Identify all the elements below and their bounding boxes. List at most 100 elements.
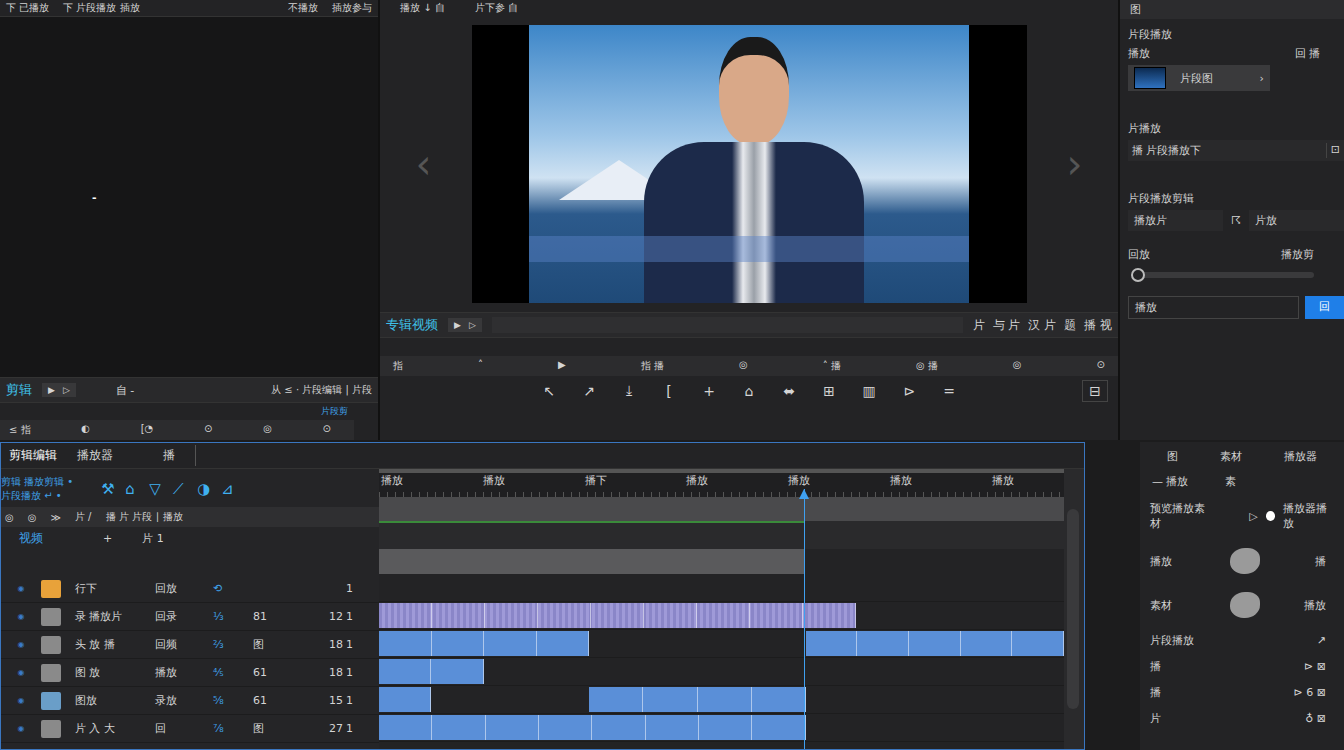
properties-tab[interactable]: 素材 <box>1220 449 1242 464</box>
program-tool[interactable]: ◎ <box>736 358 751 374</box>
source-tab[interactable]: 下 已播放 <box>6 1 49 15</box>
ruler-label: 播放 <box>992 473 1014 488</box>
source-tool[interactable]: ◎ <box>260 422 275 438</box>
slider-knob[interactable] <box>1131 268 1145 282</box>
property-row[interactable]: 播 ⊳ ⊠ <box>1146 653 1338 679</box>
toggle-dot[interactable] <box>1266 511 1275 521</box>
program-tool[interactable]: ▶ <box>555 358 569 374</box>
header-cell[interactable]: ◎ <box>5 512 14 523</box>
program-tab[interactable]: 片下参 自 <box>475 1 518 15</box>
scrollbar[interactable] <box>1064 469 1084 749</box>
timeline-tool[interactable]: ⚒ <box>101 480 117 498</box>
track-header[interactable]: ◉ 片 入 大 回 ⅞ 图 27 1 <box>1 715 379 743</box>
export-tool[interactable]: ⊟ <box>1082 380 1108 402</box>
track-header[interactable]: ◉ 行下 回放 ⟲ 1 <box>1 575 379 603</box>
properties-tab[interactable]: 图 <box>1167 449 1178 464</box>
edit-tool[interactable]: ⬌ <box>779 383 799 399</box>
header-cell[interactable]: 片 / <box>75 510 92 524</box>
track-lane <box>379 658 1064 686</box>
edit-tool[interactable]: ⤓ <box>619 382 639 399</box>
clip[interactable] <box>379 631 589 656</box>
property-row[interactable]: 片段播放 ↗ <box>1146 627 1338 653</box>
track-header[interactable]: ◉ 录 播放片 回录 ⅓ 81 12 1 <box>1 603 379 631</box>
source-toolbar: ≤ 指 ◐ [◔ ⊙ ◎ ⊙ <box>0 420 354 440</box>
program-tool[interactable]: 指 <box>390 358 406 374</box>
next-arrow[interactable]: › <box>1067 144 1083 184</box>
property-row[interactable]: 素材 播放 <box>1146 583 1338 627</box>
source-tool[interactable]: ≤ 指 <box>6 422 34 438</box>
header-cell[interactable]: 播 片 片段 ∣ 播放 <box>106 510 184 524</box>
timeline-canvas[interactable]: 播放播放播下播放播放播放播放 <box>379 469 1084 749</box>
header-cell[interactable]: ≫ <box>50 512 60 523</box>
eye-icon[interactable]: ◉ <box>1 696 41 705</box>
timeline-tab[interactable]: 播 <box>155 445 196 466</box>
timeline-tab[interactable]: 剪辑编辑 <box>1 445 65 466</box>
time-ruler[interactable]: 播放播放播下播放播放播放播放 <box>379 469 1064 497</box>
clip[interactable] <box>379 659 431 684</box>
source-tool[interactable]: ⊙ <box>320 422 334 438</box>
edit-tool[interactable]: [ <box>659 383 679 399</box>
program-tool[interactable]: 指 播 <box>638 358 667 374</box>
program-tool[interactable]: ⊙ <box>1094 358 1108 374</box>
edit-tool[interactable]: ↗ <box>579 383 599 399</box>
program-tool[interactable]: ˄ <box>475 358 486 374</box>
timeline-tool[interactable]: ⊿ <box>221 480 237 498</box>
program-header: 播放 ↓ 自 片下参 自 <box>380 0 1118 16</box>
inspector-field[interactable]: 播 片段播放下⊡ <box>1128 140 1344 161</box>
source-tool[interactable]: ⊙ <box>201 422 215 438</box>
property-row[interactable]: 播 ⊳ 6 ⊠ <box>1146 679 1338 705</box>
slider[interactable] <box>1138 272 1314 278</box>
ruler-label: 播放 <box>381 473 403 488</box>
track-icon <box>41 580 61 598</box>
timeline-tool[interactable]: ⌂ <box>125 480 141 498</box>
timeline-tool[interactable]: ⟋ <box>173 480 189 498</box>
timeline-tool[interactable]: ◑ <box>197 480 213 498</box>
edit-tool[interactable]: = <box>939 383 959 399</box>
source-controls[interactable]: ▶▷ <box>42 383 76 397</box>
source-tool[interactable]: [◔ <box>138 422 157 438</box>
apply-button[interactable]: 回 <box>1305 296 1344 319</box>
eye-icon[interactable]: ◉ <box>1 640 41 649</box>
properties-tab[interactable]: 播放器 <box>1284 449 1317 464</box>
clip[interactable] <box>379 603 856 628</box>
program-tool[interactable]: ˄ 播 <box>820 358 844 374</box>
text-input[interactable]: 播放 <box>1128 296 1299 319</box>
source-tab[interactable]: 插放参与 <box>332 1 372 15</box>
timeline-tool[interactable]: ▽ <box>149 480 165 498</box>
edit-tool[interactable]: + <box>699 383 719 399</box>
clip[interactable] <box>379 715 806 740</box>
clip[interactable] <box>379 687 431 712</box>
program-tool[interactable]: ◎ 播 <box>913 358 941 374</box>
eye-icon[interactable]: ◉ <box>1 584 41 593</box>
edit-tool[interactable]: ⊞ <box>819 383 839 399</box>
source-tab[interactable]: 下 片段播放 插放 <box>63 1 139 15</box>
toggle-row[interactable]: 预览播放素材▷ 播放器播放 <box>1146 493 1338 539</box>
playhead[interactable] <box>804 489 805 749</box>
property-row[interactable]: 片 ♁ ⊠ <box>1146 705 1338 731</box>
scrub-bar[interactable] <box>492 317 963 333</box>
source-tab[interactable]: 不播放 <box>288 1 318 15</box>
edit-tool[interactable]: ▥ <box>859 383 879 399</box>
clip[interactable] <box>589 687 805 712</box>
eye-icon[interactable]: ◉ <box>1 612 41 621</box>
track-header[interactable]: ◉ 头 放 播 回频 ⅔ 图 18 1 <box>1 631 379 659</box>
header-cell[interactable]: ◎ <box>28 512 37 523</box>
program-tab[interactable]: 播放 ↓ 自 <box>400 1 445 15</box>
clip[interactable] <box>806 631 1064 656</box>
prev-arrow[interactable]: ‹ <box>416 144 432 184</box>
eye-icon[interactable]: ◉ <box>1 724 41 733</box>
program-tool[interactable]: ◎ <box>1010 358 1025 374</box>
clip-item[interactable]: 片段图› <box>1128 65 1270 91</box>
program-controls[interactable]: ▶▷ <box>448 318 482 332</box>
track-header[interactable]: ◉ 图 放 播放 ⅘ 61 18 1 <box>1 659 379 687</box>
timeline-tab[interactable]: 播放器 <box>69 445 121 466</box>
edit-tool[interactable]: ↖ <box>539 383 559 399</box>
edit-tool[interactable]: ⌂ <box>739 383 759 399</box>
clip[interactable] <box>431 659 484 684</box>
source-tool[interactable]: ◐ <box>78 422 93 438</box>
inspector-pair[interactable]: 播放片☈片放 <box>1128 210 1344 231</box>
track-header[interactable]: ◉ 图放 录放 ⅝ 61 15 1 <box>1 687 379 715</box>
eye-icon[interactable]: ◉ <box>1 668 41 677</box>
edit-tool[interactable]: ⊳ <box>899 383 919 399</box>
property-row[interactable]: 播放 播 <box>1146 539 1338 583</box>
